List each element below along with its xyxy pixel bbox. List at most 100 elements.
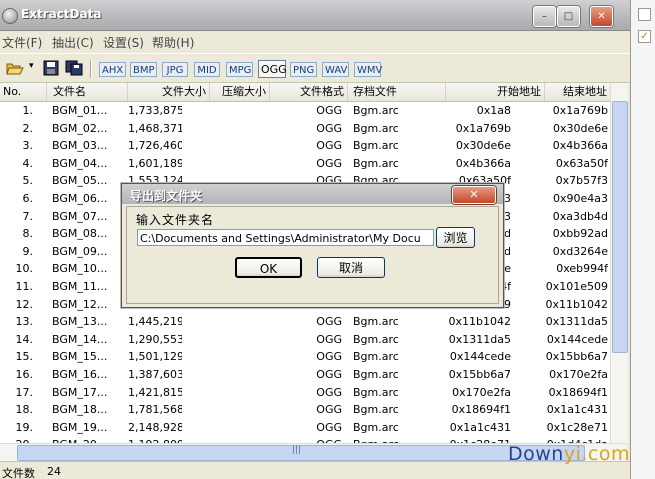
save-icon[interactable] — [42, 60, 60, 76]
folder-prompt-label: 输入文件夹名 — [136, 213, 215, 227]
toolbar: ▾ AHX BMP JPG MID MPG OGG PNG WAV WMV — [0, 53, 630, 83]
row-no: 11. — [15, 280, 34, 293]
row-end-address: 0x30de6e — [552, 121, 608, 135]
column-header-start-address[interactable]: 开始地址 — [446, 83, 545, 101]
filter-png-button[interactable]: PNG — [290, 62, 317, 77]
row-end-address: 0x101e509 — [545, 280, 608, 293]
row-compressed-size — [210, 102, 265, 119]
row-filename: BGM_18... — [52, 403, 108, 417]
table-row[interactable]: 17. BGM_17... 1,421,815 OGG Bgm.arc 0x170e2fa… — [0, 384, 610, 402]
dialog-title-bar[interactable]: 导出到文件夹 ✕ — [122, 184, 503, 204]
row-size: 1,501,129 — [128, 350, 182, 364]
menu-help[interactable]: 帮助(H) — [152, 34, 194, 51]
filter-ogg-button[interactable]: OGG — [258, 60, 287, 78]
row-no: 6. — [22, 192, 34, 205]
row-filename: BGM_14... — [52, 332, 108, 346]
close-button[interactable]: ✕ — [590, 6, 613, 27]
row-size: 1,290,553 — [128, 332, 182, 346]
row-end-address: 0x1a1c431 — [546, 403, 608, 417]
checkbox-icon — [638, 8, 651, 21]
row-start-address: 0x1311da5 — [448, 332, 511, 346]
row-format: OGG — [316, 332, 342, 346]
toolbar-separator — [90, 60, 92, 78]
column-header-compressed-size[interactable]: 压缩大小 — [210, 83, 270, 101]
row-compressed-size — [210, 313, 265, 330]
vertical-scrollbar[interactable] — [610, 83, 628, 443]
menu-file[interactable]: 文件(F) — [2, 34, 42, 51]
row-compressed-size — [210, 401, 265, 418]
row-start-address: 0x15bb6a7 — [448, 368, 511, 381]
row-no: 7. — [22, 209, 34, 223]
row-no: 2. — [22, 121, 34, 135]
dialog-close-button[interactable]: ✕ — [452, 186, 496, 204]
table-row[interactable]: 16. BGM_16... 1,387,603 OGG Bgm.arc 0x15bb6a7… — [0, 366, 610, 384]
row-end-address: 0x18694f1 — [548, 385, 608, 399]
browse-button[interactable]: 浏览 — [436, 227, 475, 248]
row-compressed-size — [210, 348, 265, 365]
vertical-scroll-thumb[interactable] — [612, 101, 628, 353]
row-filename: BGM_07... — [52, 209, 108, 223]
ok-button[interactable]: OK — [235, 257, 302, 278]
table-row[interactable]: 4. BGM_04... 1,601,189 OGG Bgm.arc 0x4b366a 0x… — [0, 155, 610, 173]
table-row[interactable]: 14. BGM_14... 1,290,553 OGG Bgm.arc 0x1311da5… — [0, 331, 610, 349]
menu-extract[interactable]: 抽出(C) — [52, 34, 94, 51]
row-format: OGG — [316, 104, 342, 117]
table-row[interactable]: 20. BGM_20... 1,192,809 OGG Bgm.arc0x1c28e71… — [0, 436, 610, 443]
row-archive: Bgm.arc — [353, 121, 399, 135]
minimize-button[interactable]: – — [533, 6, 556, 27]
filter-ahx-button[interactable]: AHX — [99, 62, 126, 77]
table-row[interactable]: 3. BGM_03... 1,726,460 OGG Bgm.arc 0x30de6e 0x… — [0, 137, 610, 155]
maximize-button[interactable]: □ — [557, 6, 580, 27]
filter-bmp-button[interactable]: BMP — [130, 62, 157, 77]
open-folder-icon[interactable] — [6, 60, 24, 76]
row-end-address: 0x1d4c1da — [545, 436, 608, 443]
row-filename: BGM_19... — [52, 420, 108, 434]
table-row[interactable]: 15. BGM_15... 1,501,129 OGG Bgm.arc 0x144cede… — [0, 348, 610, 366]
row-format: OGG — [316, 156, 342, 170]
dialog-body: 输入文件夹名 C:\Documents and Settings\Adminis… — [126, 206, 499, 304]
column-header-filename[interactable]: 文件名 — [47, 83, 128, 101]
table-row[interactable]: 2. BGM_02... 1,468,371 OGG Bgm.arc 0x1a769b 0x… — [0, 120, 610, 138]
menu-settings[interactable]: 设置(S) — [103, 34, 144, 51]
row-archive: Bgm.arc — [353, 385, 399, 399]
filter-mid-button[interactable]: MID — [194, 62, 220, 77]
row-start-address: 0x11b1042 — [448, 315, 511, 329]
row-end-address: 0x90e4a3 — [552, 192, 608, 205]
column-header-format[interactable]: 文件格式 — [270, 83, 348, 101]
checkmark-icon: ✓ — [638, 30, 651, 43]
row-filename: BGM_06... — [52, 192, 108, 205]
status-label: 文件数 — [2, 467, 35, 479]
row-archive: Bgm.arc — [353, 436, 443, 443]
table-row[interactable]: 1. BGM_01... 1,733,875 OGG Bgm.arc 0x1a8 0x1a7… — [0, 102, 610, 120]
row-size: 1,387,603 — [128, 368, 182, 381]
column-header-archive[interactable]: 存档文件 — [348, 83, 446, 101]
column-header-size[interactable]: 文件大小 — [128, 83, 210, 101]
filter-jpg-button[interactable]: JPG — [162, 62, 188, 77]
main-window: ExtractData – □ ✕ 文件(F) 抽出(C) 设置(S) 帮助(H… — [0, 0, 630, 479]
filter-wmv-button[interactable]: WMV — [354, 62, 382, 77]
row-start-address: 0x30de6e — [455, 139, 511, 153]
row-no: 1. — [22, 104, 34, 117]
scroll-grip-icon: ||| — [292, 445, 302, 455]
watermark: Downyi.com — [508, 443, 630, 465]
row-compressed-size — [210, 155, 265, 172]
dropdown-arrow-icon[interactable]: ▾ — [29, 61, 34, 71]
export-folder-dialog: 导出到文件夹 ✕ 输入文件夹名 C:\Documents and Setting… — [121, 183, 504, 308]
filter-wav-button[interactable]: WAV — [322, 62, 349, 77]
table-row[interactable]: 19. BGM_19... 2,148,928 OGG Bgm.arc 0x1a1c431… — [0, 419, 610, 437]
row-no: 4. — [22, 156, 34, 170]
table-row[interactable]: 13. BGM_13... 1,445,219 OGG Bgm.arc 0x11b1042… — [0, 313, 610, 331]
row-filename: BGM_01... — [52, 104, 108, 117]
save-all-icon[interactable] — [65, 60, 83, 76]
column-header-no[interactable]: No. — [0, 83, 47, 101]
column-header-end-address[interactable]: 结束地址 — [545, 83, 610, 101]
folder-path-input[interactable]: C:\Documents and Settings\Administrator\… — [137, 229, 434, 246]
table-row[interactable]: 18. BGM_18... 1,781,568 OGG Bgm.arc 0x18694f1… — [0, 401, 610, 419]
row-filename: BGM_12... — [52, 297, 108, 311]
row-start-address: 0x1a1c431 — [449, 420, 511, 434]
row-no: 18. — [15, 403, 34, 417]
row-compressed-size — [210, 419, 265, 436]
filter-mpg-button[interactable]: MPG — [226, 62, 253, 77]
title-bar[interactable]: ExtractData – □ ✕ — [0, 0, 630, 31]
cancel-button[interactable]: 取消 — [317, 257, 385, 278]
